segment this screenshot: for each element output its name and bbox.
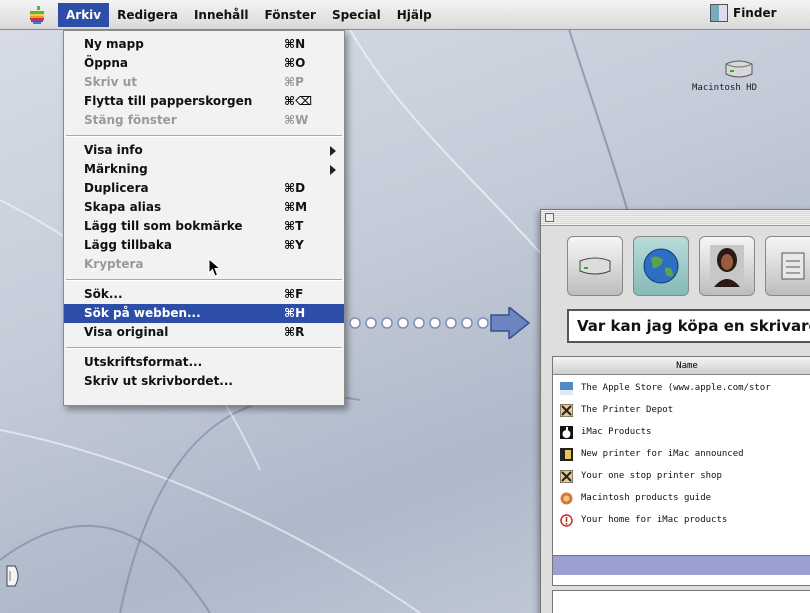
menu-separator [66,347,342,349]
printer-icon [560,470,573,483]
shopping-icon [781,252,805,280]
person-icon [710,245,744,287]
finder-icon [710,4,728,22]
submenu-arrow-icon [330,146,336,156]
apple-icon [560,426,573,439]
menu-item-sok-pa-webben[interactable]: Sök på webben... ⌘H [64,304,344,323]
result-row[interactable]: New printer for iMac announced [553,443,810,465]
window-title-bar[interactable] [541,210,810,226]
menu-hjalp[interactable]: Hjälp [389,3,440,27]
close-box-icon[interactable] [545,213,554,222]
application-name: Finder [733,6,777,20]
menu-item-visa-info[interactable]: Visa info [64,141,344,160]
drawer-handle-icon[interactable] [6,565,22,587]
menu-item-utskriftsformat[interactable]: Utskriftsformat... [64,353,344,372]
mouse-pointer-icon [208,258,222,277]
menu-item-skapa-alias[interactable]: Skapa alias ⌘M [64,198,344,217]
info-icon [560,514,573,527]
channel-internet[interactable] [633,236,689,296]
menu-item-flytta-till-papperskorgen[interactable]: Flytta till papperskorgen ⌘⌫ [64,92,344,111]
results-footer-bar [553,555,810,575]
menu-item-lagg-till-som-bokmarke[interactable]: Lägg till som bokmärke ⌘T [64,217,344,236]
menu-item-visa-original[interactable]: Visa original ⌘R [64,323,344,342]
menu-item-kryptera: Kryptera [84,257,144,271]
result-row[interactable]: Your home for iMac products [553,509,810,531]
menu-separator [66,135,342,137]
result-row[interactable]: Your one stop printer shop [553,465,810,487]
result-row[interactable]: Macintosh products guide [553,487,810,509]
arkiv-dropdown-menu: Ny mapp ⌘N Öppna ⌘O Skriv ut ⌘P Flytta till… [63,30,345,406]
result-row[interactable]: The Apple Store (www.apple.com/stor [553,377,810,399]
apple-store-icon [560,382,573,395]
menu-redigera[interactable]: Redigera [109,3,186,27]
globe-icon [643,248,679,284]
printer-icon [560,404,573,417]
menu-item-oppna[interactable]: Öppna ⌘O [64,54,344,73]
hard-disk-icon [579,257,611,275]
result-description-pane [552,590,810,613]
menu-item-stang-fonster: Stäng fönster ⌘W [84,113,309,127]
menu-item-markning[interactable]: Märkning [64,160,344,179]
menu-fonster[interactable]: Fönster [257,3,324,27]
menu-item-sok[interactable]: Sök... ⌘F [64,285,344,304]
menu-item-skriv-ut-skrivbordet[interactable]: Skriv ut skrivbordet... [64,372,344,391]
apple-menu-icon[interactable] [26,5,48,25]
menu-item-skriv-ut: Skriv ut ⌘P [84,75,304,89]
channel-shopping[interactable] [765,236,810,296]
menu-bar: Arkiv Redigera Innehåll Fönster Special … [0,0,810,30]
channel-hard-disk[interactable] [567,236,623,296]
sherlock-window: Var kan jag köpa en skrivare Name The Ap… [540,209,810,613]
menu-item-duplicera[interactable]: Duplicera ⌘D [64,179,344,198]
menu-innehall[interactable]: Innehåll [186,3,257,27]
news-icon [560,448,573,461]
hard-disk-icon[interactable] [722,58,756,80]
results-list: Name The Apple Store (www.apple.com/stor… [552,356,810,586]
column-header-name[interactable]: Name [553,357,810,375]
submenu-arrow-icon [330,165,336,175]
menu-item-lagg-tillbaka[interactable]: Lägg tillbaka ⌘Y [64,236,344,255]
result-row[interactable]: iMac Products [553,421,810,443]
search-query-input[interactable]: Var kan jag köpa en skrivare [567,309,810,343]
hard-disk-label[interactable]: Macintosh HD [692,83,757,93]
globe-icon [560,492,573,505]
desktop: Arkiv Redigera Innehåll Fönster Special … [0,0,810,613]
menu-separator [66,279,342,281]
result-row[interactable]: The Printer Depot [553,399,810,421]
dotted-arrow-icon [349,307,531,339]
menu-arkiv[interactable]: Arkiv [58,2,110,27]
channel-people[interactable] [699,236,755,296]
application-menu[interactable]: Finder [710,4,777,22]
menu-item-ny-mapp[interactable]: Ny mapp ⌘N [64,35,344,54]
menu-special[interactable]: Special [324,3,389,27]
